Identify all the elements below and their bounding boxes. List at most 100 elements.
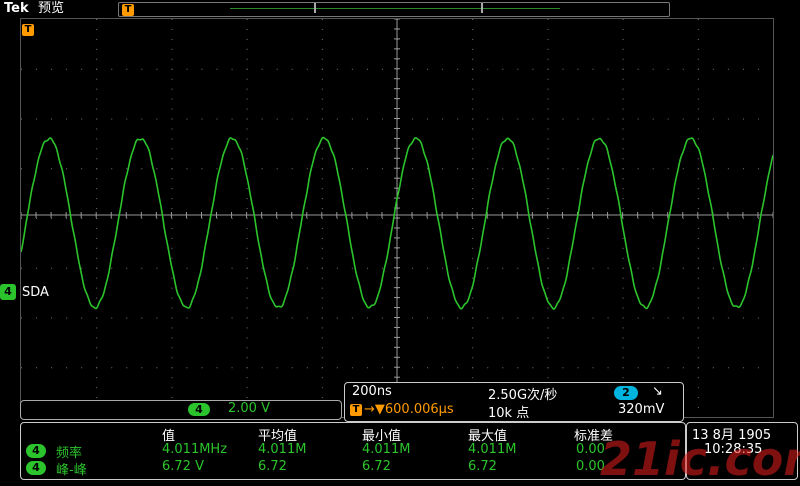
grid-dot	[66, 68, 68, 70]
grid-dot	[547, 68, 549, 70]
grid-dot	[532, 68, 534, 70]
grid-dot	[637, 168, 639, 170]
grid-dot	[562, 267, 564, 269]
grid-dot	[261, 118, 263, 120]
grid-dot	[712, 118, 714, 120]
grid-dot	[321, 267, 323, 269]
grid-dot	[96, 277, 98, 279]
trigger-icon: T	[350, 404, 362, 416]
grid-dot	[171, 297, 173, 299]
grid-dot	[697, 138, 699, 140]
grid-dot	[682, 317, 684, 319]
grid-dot	[381, 118, 383, 120]
channel-scale-box[interactable]	[20, 400, 342, 420]
grid-dot	[547, 297, 549, 299]
grid-dot	[246, 138, 248, 140]
grid-dot	[457, 68, 459, 70]
grid-dot	[246, 58, 248, 60]
record-length: 10k 点	[488, 406, 530, 421]
grid-dot	[171, 28, 173, 30]
trigger-position-marker[interactable]: T	[122, 4, 134, 16]
grid-dot	[487, 168, 489, 170]
trigger-level-marker[interactable]: T	[22, 24, 34, 36]
grid-dot	[742, 317, 744, 319]
waveform-display[interactable]	[20, 18, 774, 418]
grid-dot	[472, 357, 474, 359]
grid-dot	[96, 138, 98, 140]
grid-dot	[276, 168, 278, 170]
grid-dot	[697, 38, 699, 40]
grid-dot	[667, 317, 669, 319]
grid-dot	[171, 337, 173, 339]
grid-dot	[472, 337, 474, 339]
grid-dot	[96, 178, 98, 180]
grid-dot	[381, 267, 383, 269]
grid-dot	[487, 267, 489, 269]
grid-dot	[697, 68, 699, 70]
grid-dot	[126, 168, 128, 170]
grid-dot	[246, 128, 248, 130]
grid-dot	[216, 68, 218, 70]
grid-dot	[622, 297, 624, 299]
grid-dot	[547, 347, 549, 349]
grid-dot	[96, 387, 98, 389]
grid-dot	[351, 317, 353, 319]
grid-dot	[652, 317, 654, 319]
grid-dot	[96, 198, 98, 200]
grid-dot	[412, 168, 414, 170]
grid-dot	[156, 118, 158, 120]
record-view-window[interactable]	[314, 3, 483, 13]
grid-dot	[697, 98, 699, 100]
grid-dot	[592, 367, 594, 369]
grid-dot	[21, 367, 22, 369]
grid-dot	[171, 387, 173, 389]
grid-dot	[652, 68, 654, 70]
grid-dot	[547, 317, 549, 319]
grid-dot	[246, 247, 248, 249]
grid-dot	[156, 367, 158, 369]
grid-dot	[742, 118, 744, 120]
grid-dot	[607, 267, 609, 269]
grid-dot	[321, 287, 323, 289]
grid-dot	[472, 78, 474, 80]
grid-dot	[231, 218, 233, 219]
grid-dot	[757, 168, 759, 170]
grid-dot	[321, 237, 323, 239]
grid-dot	[712, 168, 714, 170]
grid-dot	[111, 367, 113, 369]
falling-edge-icon: ↘	[652, 384, 663, 399]
grid-dot	[336, 317, 338, 319]
grid-dot	[321, 297, 323, 299]
grid-dot	[36, 68, 38, 70]
grid-dot	[246, 38, 248, 40]
grid-dot	[66, 118, 68, 120]
grid-dot	[291, 218, 293, 219]
grid-dot	[171, 357, 173, 359]
grid-dot	[216, 367, 218, 369]
grid-dot	[607, 168, 609, 170]
grid-dot	[171, 128, 173, 130]
grid-dot	[637, 317, 639, 319]
grid-dot	[472, 38, 474, 40]
grid-dot	[472, 247, 474, 249]
grid-dot	[622, 367, 624, 369]
grid-dot	[261, 68, 263, 70]
grid-dot	[276, 218, 278, 219]
grid-dot	[261, 267, 263, 269]
grid-dot	[622, 247, 624, 249]
grid-dot	[321, 247, 323, 249]
grid-dot	[622, 188, 624, 190]
grid-dot	[517, 267, 519, 269]
grid-dot	[201, 68, 203, 70]
grid-dot	[51, 317, 53, 319]
grid-dot	[757, 317, 759, 319]
sample-rate: 2.50G次/秒	[488, 388, 558, 403]
grid-dot	[697, 178, 699, 180]
grid-dot	[21, 267, 22, 269]
grid-dot	[336, 118, 338, 120]
grid-dot	[171, 148, 173, 150]
trigger-source-badge: 2	[614, 386, 638, 400]
grid-dot	[96, 218, 98, 219]
channel-4-ground-marker[interactable]: 4	[0, 284, 16, 300]
grid-dot	[547, 48, 549, 50]
